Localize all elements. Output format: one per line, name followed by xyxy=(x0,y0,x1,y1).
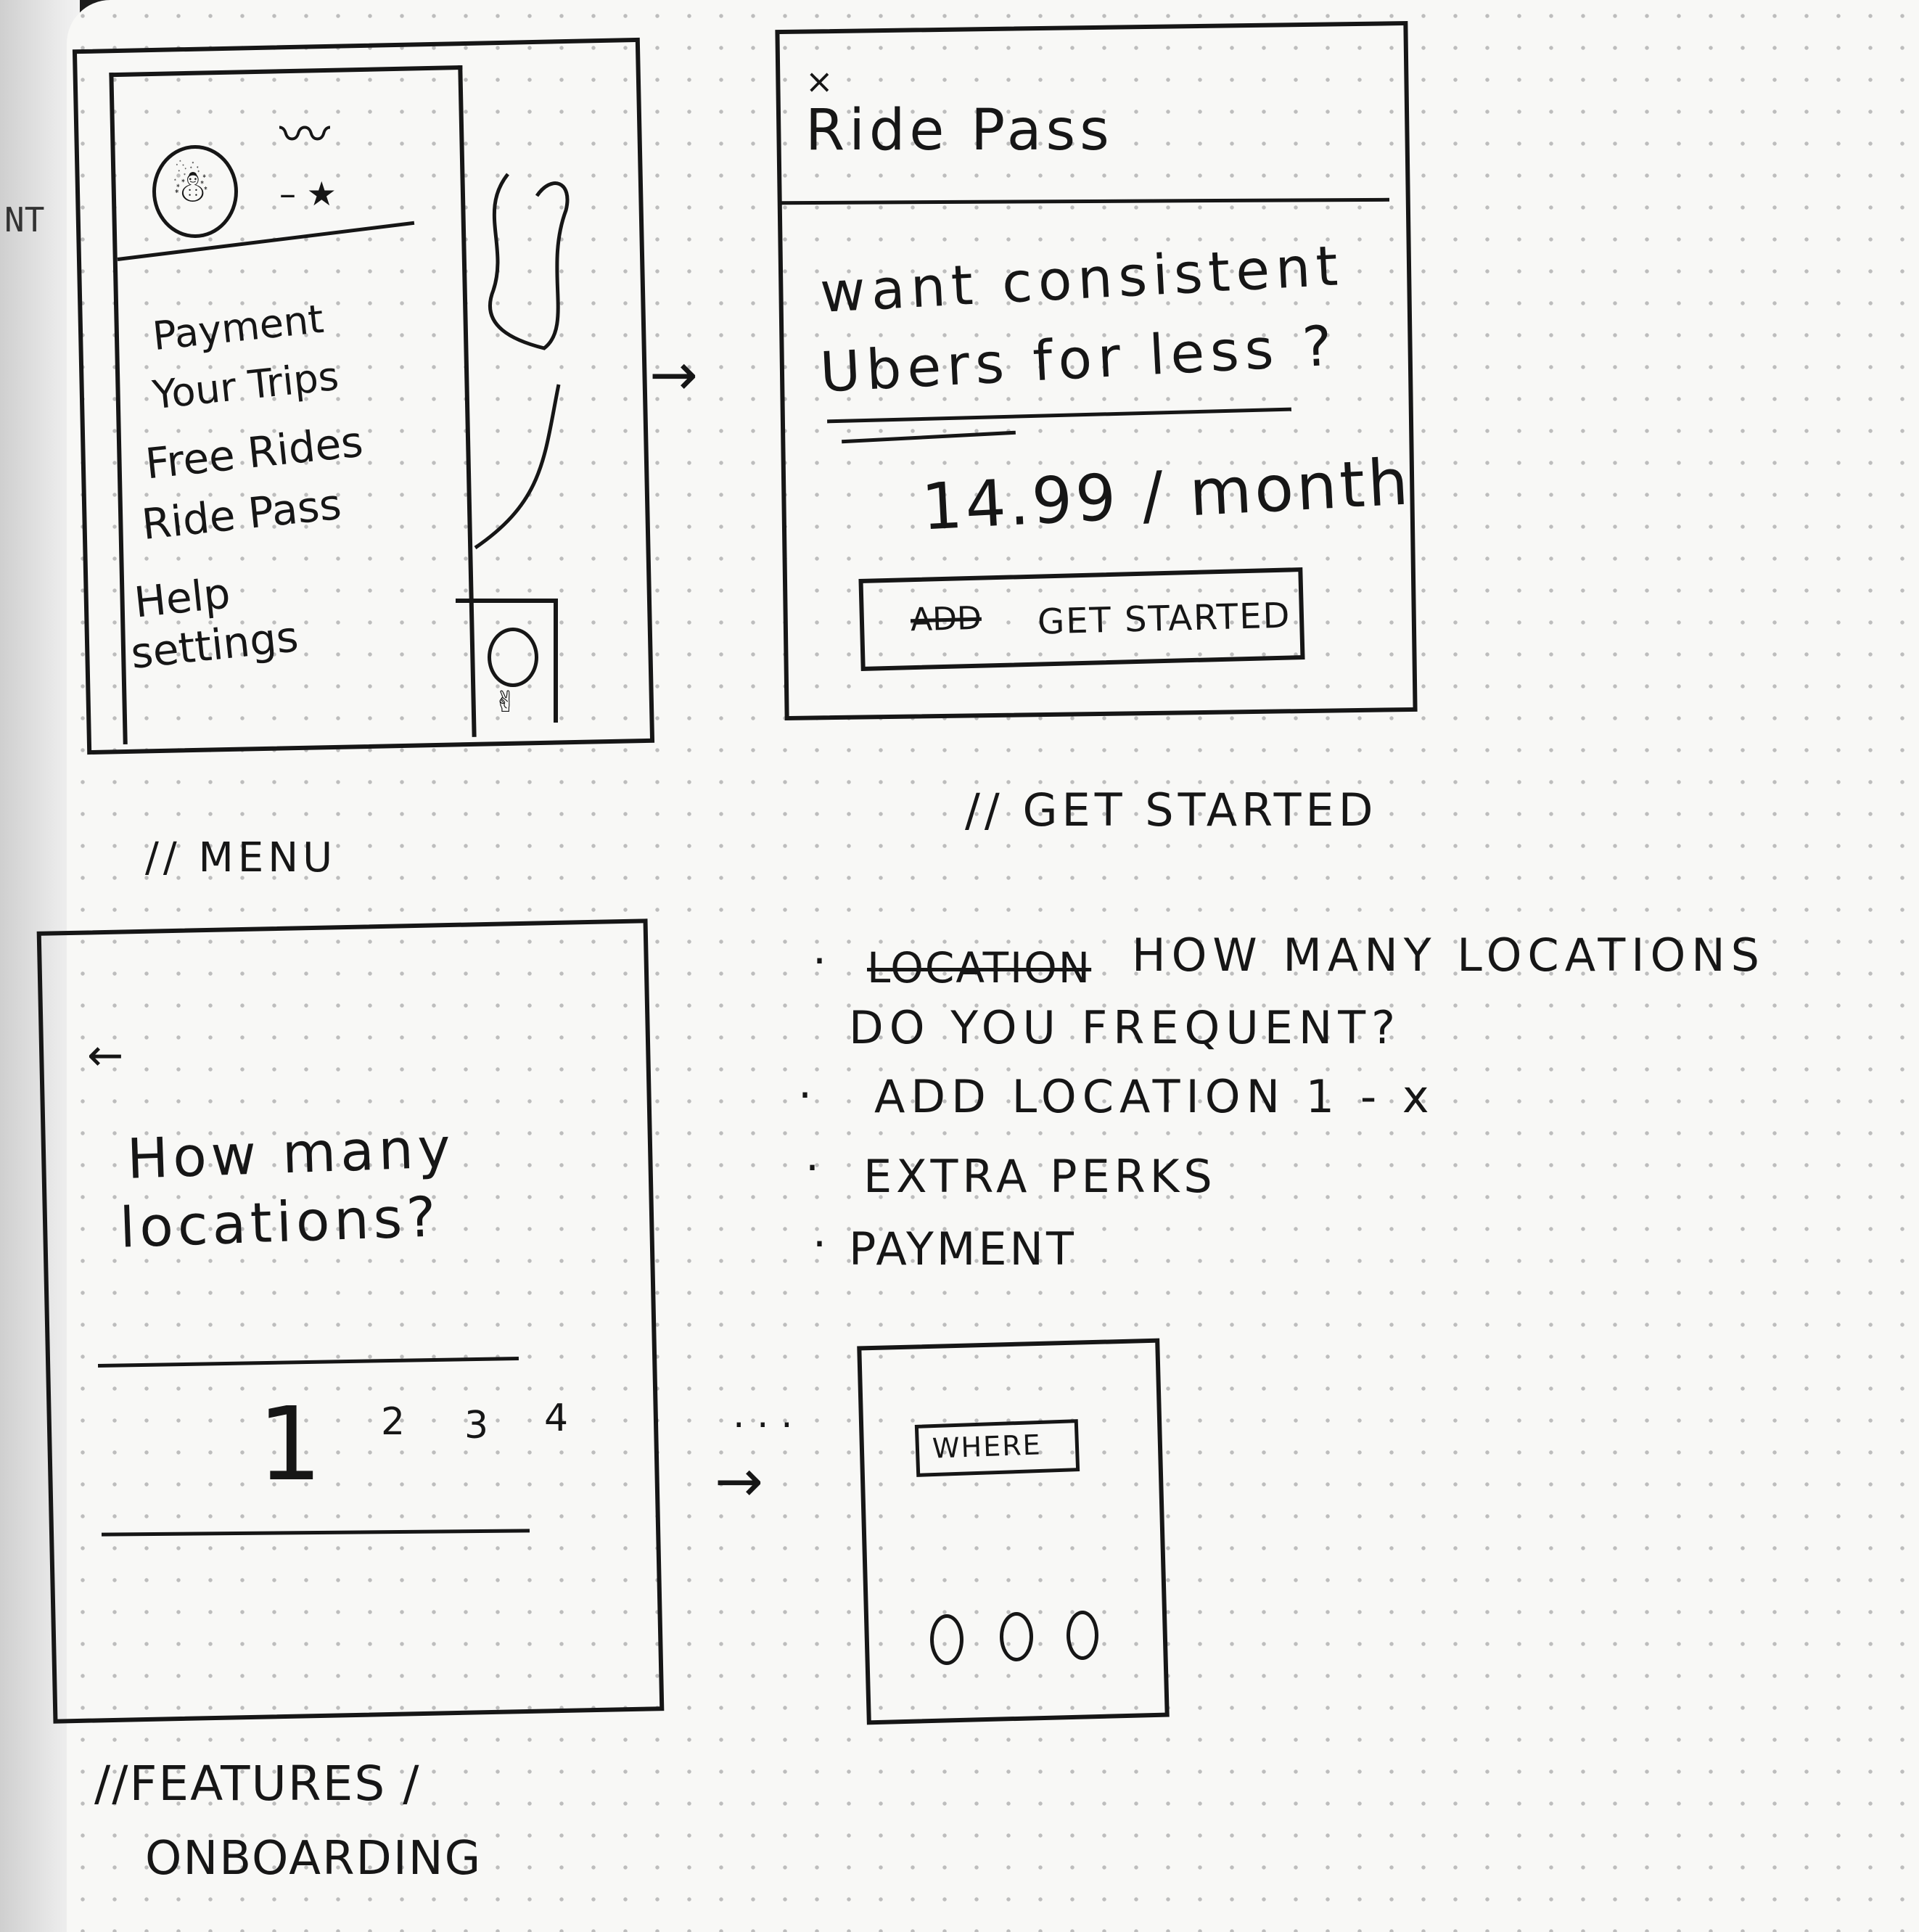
locations-question-2: locations? xyxy=(118,1184,441,1260)
ellipsis: . . . xyxy=(733,1393,793,1436)
ride-pass-title: Ride Pass xyxy=(805,98,1114,163)
arrow-right-icon-2: → xyxy=(715,1447,764,1515)
onboarding-dot-3[interactable] xyxy=(1067,1611,1098,1660)
user-icon: ☃ xyxy=(170,160,211,213)
arrow-right-icon: → xyxy=(649,341,699,408)
menu-caption: // MENU xyxy=(145,834,337,881)
back-arrow-icon[interactable]: ← xyxy=(87,1030,123,1081)
name-scribble: 〰 xyxy=(279,105,330,165)
crossed-button-text: ADD xyxy=(910,599,982,639)
note-bullet-3: · xyxy=(805,1143,820,1193)
picker-number-4[interactable]: 4 xyxy=(544,1397,568,1440)
left-page-text: NT xyxy=(4,200,45,239)
features-caption-2: ONBOARDING xyxy=(145,1832,482,1886)
locations-frame xyxy=(36,918,665,1724)
rating-star-icon: – ★ xyxy=(279,174,337,213)
card-icon: ✌ xyxy=(493,686,518,719)
get-started-button-label: GET STARTED xyxy=(1037,595,1292,643)
note-bullet-2: · xyxy=(798,1070,813,1121)
features-caption-1: //FEATURES / xyxy=(94,1756,421,1812)
note-3-line-1: EXTRA PERKS xyxy=(863,1150,1217,1203)
picker-number-2[interactable]: 2 xyxy=(381,1400,405,1444)
card-circle xyxy=(488,628,538,687)
where-input-label: WHERE xyxy=(932,1429,1043,1465)
map-road-sketch xyxy=(474,173,570,550)
note-1-line-2: DO YOU FREQUENT? xyxy=(849,1001,1402,1054)
onboarding-dot-1[interactable] xyxy=(930,1614,963,1665)
locations-question-1: How many xyxy=(126,1115,456,1191)
get-started-caption: // GET STARTED xyxy=(965,784,1378,836)
note-bullet-4: · xyxy=(813,1219,827,1270)
picker-number-3[interactable]: 3 xyxy=(464,1404,488,1447)
onboarding-dot-2[interactable] xyxy=(1000,1612,1033,1661)
close-icon[interactable]: × xyxy=(805,62,834,101)
note-1-line-1: HOW MANY LOCATIONS xyxy=(1132,929,1766,982)
note-bullet-1: · xyxy=(813,936,827,987)
note-crossed-word: LOCATION xyxy=(867,943,1092,992)
picker-number-1[interactable]: 1 xyxy=(258,1386,322,1504)
note-4-line-1: PAYMENT xyxy=(849,1222,1077,1275)
menu-item-help[interactable]: Help xyxy=(132,568,233,627)
note-2-line-1: ADD LOCATION 1 - x xyxy=(874,1070,1435,1123)
where-frame xyxy=(857,1338,1170,1725)
